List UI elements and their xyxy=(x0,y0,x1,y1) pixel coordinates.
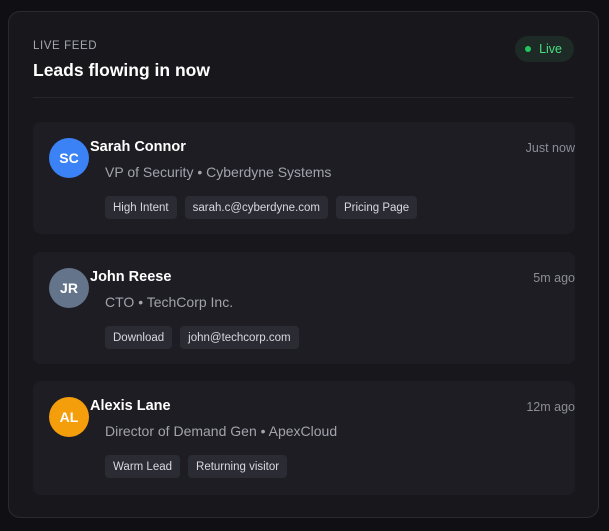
feed-kicker: LIVE FEED xyxy=(33,40,98,52)
lead-title-company: VP of Security • Cyberdyne Systems xyxy=(105,164,332,180)
lead-name: Sarah Connor xyxy=(90,139,186,155)
lead-card[interactable]: JR John Reese 5m ago CTO • TechCorp Inc.… xyxy=(33,252,575,364)
avatar: SC xyxy=(49,138,89,178)
lead-tags: Warm Lead Returning visitor xyxy=(105,455,288,478)
lead-card[interactable]: AL Alexis Lane 12m ago Director of Deman… xyxy=(33,381,575,495)
lead-card[interactable]: SC Sarah Connor Just now VP of Security … xyxy=(33,122,575,234)
lead-tag: Download xyxy=(105,326,173,349)
header-divider xyxy=(33,97,574,98)
live-dot-icon xyxy=(525,46,532,52)
lead-tag: Returning visitor xyxy=(188,455,288,478)
lead-time: 12m ago xyxy=(526,400,575,414)
avatar: AL xyxy=(49,397,89,437)
lead-name: John Reese xyxy=(90,269,172,285)
feed-title: Leads flowing in now xyxy=(33,60,210,80)
lead-title-company: Director of Demand Gen • ApexCloud xyxy=(105,423,338,439)
lead-tag: Warm Lead xyxy=(105,455,181,478)
live-status-badge: Live xyxy=(515,36,574,62)
lead-time: Just now xyxy=(525,141,575,155)
lead-tags: High Intent sarah.c@cyberdyne.com Pricin… xyxy=(105,196,418,219)
live-feed-panel: LIVE FEED Leads flowing in now Live SC S… xyxy=(8,11,599,518)
avatar: JR xyxy=(49,268,89,308)
lead-tag: john@techcorp.com xyxy=(180,326,299,349)
lead-time: 5m ago xyxy=(533,271,575,285)
lead-tag: High Intent xyxy=(105,196,177,219)
lead-tag: Pricing Page xyxy=(336,196,418,219)
lead-tag: sarah.c@cyberdyne.com xyxy=(184,196,328,219)
lead-title-company: CTO • TechCorp Inc. xyxy=(105,294,234,310)
lead-tags: Download john@techcorp.com xyxy=(105,326,299,349)
live-status-label: Live xyxy=(539,42,562,56)
lead-name: Alexis Lane xyxy=(90,398,171,414)
